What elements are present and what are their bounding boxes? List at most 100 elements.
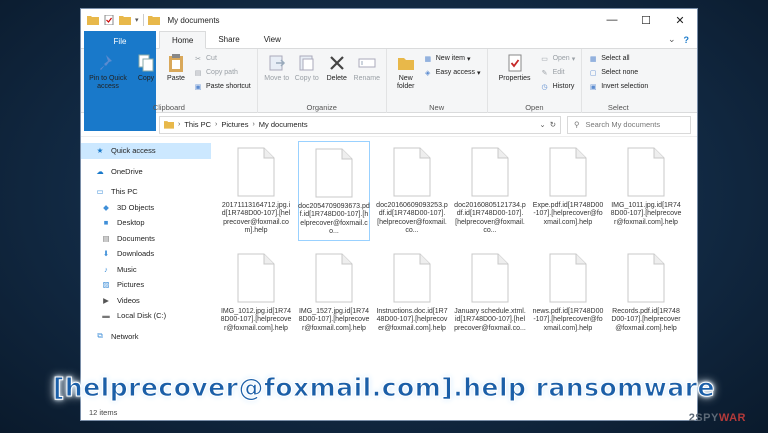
new-folder-icon [397,58,414,70]
invert-selection-button[interactable]: ▣ Invert selection [588,81,648,92]
breadcrumb-this-pc[interactable]: This PC [184,120,211,129]
file-item[interactable]: doc20160609093253.pdf.id[1R748D00-107].[… [376,141,448,241]
folder-icon-address [164,121,174,129]
nav-label: Quick access [111,146,156,156]
nav-item-this-pc[interactable]: ▭ This PC [81,184,211,200]
file-item[interactable]: 20171113164712.jpg.id[1R748D00-107].[hel… [220,141,292,241]
nav-item-onedrive[interactable]: ☁ OneDrive [81,164,211,180]
file-item[interactable]: IMG_1527.jpg.id[1R748D00-107].[helprecov… [298,247,370,347]
easy-access-button[interactable]: ◈ Easy access ▾ [423,67,481,78]
refresh-icon[interactable]: ↻ [550,120,556,129]
select-all-button[interactable]: ▦ Select all [588,53,648,64]
new-folder-label: New folder [396,75,415,90]
nav-item-network[interactable]: ⧉ Network [81,329,211,345]
paste-shortcut-button[interactable]: ▣ Paste shortcut [193,81,251,92]
blank-document-icon [237,147,275,197]
title-bar: ▾ My documents — ☐ ✕ [81,9,697,31]
address-bar[interactable]: › This PC › Pictures › My documents ⌄ ↻ [159,115,561,134]
ribbon-collapse-chevron-icon[interactable]: ⌄ [668,34,676,45]
pictures-icon: ▨ [102,280,110,290]
file-item[interactable]: doc20160805121734.pdf.id[1R748D00-107].[… [454,141,526,241]
nav-item-downloads[interactable]: ⬇ Downloads [81,246,211,262]
file-item[interactable]: news.pdf.id[1R748D00-107].[helprecover@f… [532,247,604,347]
tab-share[interactable]: Share [206,31,251,48]
paste-shortcut-icon: ▣ [194,83,202,91]
nav-label: Desktop [117,218,145,228]
main-area: ★ Quick access ☁ OneDrive ▭ This PC ◆ 3D Obj… [81,137,697,413]
ribbon-tabs: File Home Share View ⌄ ? [81,31,697,131]
video-icon: ▶ [103,295,109,305]
address-row: ← → ⌄ ↑ › This PC › Pictures › My docume… [81,113,697,137]
pin-to-quick-access-button[interactable]: Pin to Quick access [86,51,130,101]
open-small-buttons: ▭ Open ▾ ✎ Edit ◷ History [540,51,576,101]
breadcrumb-pictures[interactable]: Pictures [221,120,248,129]
nav-item-local-disk[interactable]: ▬ Local Disk (C:) [81,308,211,324]
new-folder-button[interactable]: New folder [392,51,420,101]
paste-label: Paste [167,75,185,82]
blank-document-icon [627,253,665,303]
copy-to-button[interactable]: Copy to [293,51,321,101]
history-button[interactable]: ◷ History [540,81,576,92]
search-input[interactable]: ⚲ Search My documents [567,115,691,134]
move-to-button[interactable]: Move to [263,51,291,101]
select-all-label: Select all [601,55,630,62]
rename-icon [358,58,376,68]
select-none-button[interactable]: ▢ Select none [588,67,648,78]
breadcrumb-my-documents[interactable]: My documents [259,120,308,129]
copy-path-button[interactable]: ▤ Copy path [193,67,251,78]
file-item[interactable]: Expe.pdf.id[1R748D00-107].[helprecover@f… [532,141,604,241]
nav-item-music[interactable]: ♪ Music [81,262,211,278]
new-folder-quick-icon[interactable] [119,15,131,25]
close-button[interactable]: ✕ [663,9,697,31]
new-group-label: New [429,103,445,112]
nav-item-quick-access[interactable]: ★ Quick access [81,143,211,159]
history-label: History [552,83,575,90]
file-list: 20171113164712.jpg.id[1R748D00-107].[hel… [211,137,697,413]
desktop-icon: ■ [103,218,109,228]
blank-document-icon [393,147,431,197]
nav-label: Network [111,331,139,341]
properties-check-icon[interactable] [103,15,115,25]
properties-button[interactable]: Properties [493,51,537,101]
address-tail: ⌄ ↻ [539,120,556,129]
nav-item-videos[interactable]: ▶ Videos [81,293,211,309]
new-item-button[interactable]: ▦ New item ▾ [423,53,481,64]
nav-item-3d-objects[interactable]: ◆ 3D Objects [81,200,211,216]
file-item[interactable]: doc2054709093673.pdf.id[1R748D00-107].[h… [298,141,370,241]
paste-button[interactable]: Paste [162,51,190,101]
quick-access-toolbar-dropdown-icon[interactable]: ▾ [135,16,139,24]
nav-item-desktop[interactable]: ■ Desktop [81,215,211,231]
address-dropdown-icon[interactable]: ⌄ [539,120,545,129]
rename-button[interactable]: Rename [353,51,381,101]
watermark-prefix: 2SPY [688,412,719,424]
cut-button[interactable]: ✂ Cut [193,53,251,64]
tab-view[interactable]: View [252,31,293,48]
file-item[interactable]: IMG_1011.jpg.id[1R748D00-107].[helprecov… [610,141,682,241]
tab-home[interactable]: Home [159,31,207,49]
open-group: Properties ▭ Open ▾ ✎ Edit ◷ History Open [488,49,583,113]
network-icon: ⧉ [97,331,103,341]
navigation-pane: ★ Quick access ☁ OneDrive ▭ This PC ◆ 3D Obj… [81,137,211,413]
ribbon: Pin to Quick access Copy Paste ✂ Cut ▤ Cop… [81,49,697,113]
minimize-button[interactable]: — [595,9,629,31]
crumb-separator-icon: › [215,121,218,128]
delete-button[interactable]: Delete [323,51,351,101]
help-icon[interactable]: ? [684,35,690,45]
file-item[interactable]: Instructions.doc.id[1R748D00-107].[helpr… [376,247,448,347]
open-button[interactable]: ▭ Open ▾ [540,53,575,64]
nav-item-pictures[interactable]: ▨ Pictures [81,277,211,293]
site-watermark: 2SPYWAR [689,412,746,424]
file-name: doc20160609093253.pdf.id[1R748D00-107].[… [376,202,448,234]
nav-label: This PC [111,187,138,197]
nav-item-documents[interactable]: ▤ Documents [81,231,211,247]
copy-button[interactable]: Copy [132,51,160,101]
edit-button[interactable]: ✎ Edit [540,67,576,78]
cube-icon: ◆ [103,202,109,212]
file-item[interactable]: January schedule.xtml.id[1R748D00-107].[… [454,247,526,347]
file-item[interactable]: Records.pdf.id[1R748D00-107].[helprecove… [610,247,682,347]
copy-path-icon: ▤ [194,69,202,77]
file-item[interactable]: IMG_1012.jpg.id[1R748D00-107].[helprecov… [220,247,292,347]
select-none-label: Select none [601,69,639,76]
search-icon: ⚲ [574,120,580,129]
maximize-button[interactable]: ☐ [629,9,663,31]
